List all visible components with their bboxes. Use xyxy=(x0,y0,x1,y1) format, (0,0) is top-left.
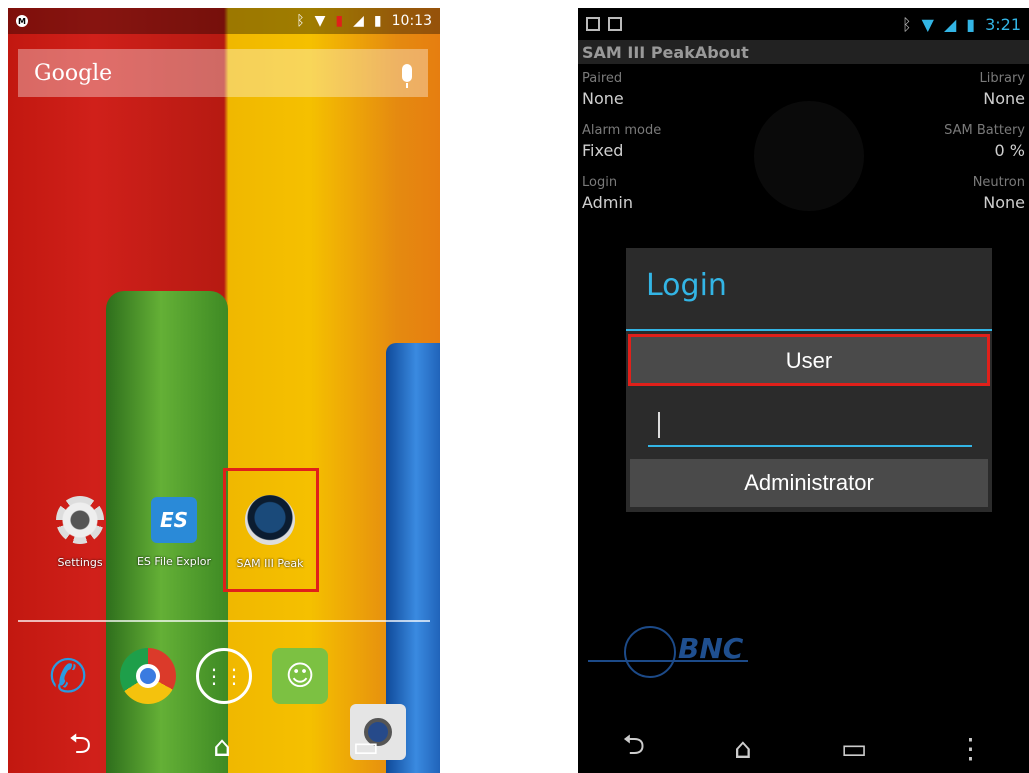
status-bar: ᛒ ▼ ◢ ▮ 3:21 xyxy=(578,8,1029,40)
app-logo-circle xyxy=(754,101,864,211)
status-time: 3:21 xyxy=(985,14,1021,34)
app-es-file-explorer[interactable]: ES ES File Explor xyxy=(134,493,214,568)
bnc-logo-text: BNC xyxy=(678,632,744,665)
app-label: ES File Explor xyxy=(136,555,212,568)
gear-icon xyxy=(56,496,104,544)
signal-icon: ◢ xyxy=(943,14,957,34)
action-bar-title: SAM III PeakAbout xyxy=(578,40,1029,64)
wifi-icon: ▼ xyxy=(921,14,934,34)
status-icons: ᛒ ▼ ▮ ◢ ▮ 10:13 xyxy=(296,13,432,29)
motorola-logo-icon: M xyxy=(16,15,28,27)
password-input[interactable] xyxy=(648,403,972,447)
dock-divider xyxy=(18,620,430,622)
sam-battery-label: SAM Battery xyxy=(944,123,1025,138)
library-label: Library xyxy=(979,71,1025,86)
back-icon[interactable]: ⮌ xyxy=(69,723,91,771)
es-file-explorer-icon: ES xyxy=(151,497,197,543)
download-notification-icon xyxy=(586,17,600,31)
alarm-mode-value: Fixed xyxy=(582,141,624,160)
highlight-box xyxy=(628,334,990,386)
messaging-icon[interactable]: ☺ xyxy=(272,648,328,704)
sam-battery-value: 0 % xyxy=(994,141,1025,160)
back-icon[interactable]: ⮌ xyxy=(623,724,645,772)
bluetooth-icon: ᛒ xyxy=(902,14,912,34)
login-dialog: Login User Administrator xyxy=(626,248,992,512)
google-brand: Google xyxy=(34,60,113,86)
battery-icon: ▮ xyxy=(373,13,382,29)
navigation-bar: ⮌ ⌂ ▭ xyxy=(8,720,440,773)
paired-label: Paired xyxy=(582,71,623,86)
device-info-panel: Paired None Library None Alarm mode Fixe… xyxy=(578,70,1029,226)
sam-app-screen: ᛒ ▼ ◢ ▮ 3:21 SAM III PeakAbout Paired No… xyxy=(578,8,1029,773)
app-settings[interactable]: Settings xyxy=(40,493,120,569)
login-value: Admin xyxy=(582,193,633,212)
app-drawer-icon[interactable]: ⋮⋮ xyxy=(196,648,252,704)
dialog-title-divider xyxy=(626,329,992,331)
neutron-value: None xyxy=(983,193,1025,212)
login-label: Login xyxy=(582,175,618,190)
battery-icon: ▮ xyxy=(966,14,976,34)
alarm-mode-label: Alarm mode xyxy=(582,123,662,138)
phone-icon[interactable]: ✆ xyxy=(40,648,96,704)
sim-icon: ▮ xyxy=(335,13,344,29)
dialog-title: Login xyxy=(646,268,727,303)
bluetooth-icon: ᛒ xyxy=(296,13,305,29)
wifi-icon: ▼ xyxy=(314,13,326,29)
chrome-icon[interactable] xyxy=(120,648,176,704)
microphone-icon[interactable] xyxy=(402,64,412,88)
neutron-label: Neutron xyxy=(972,175,1025,190)
signal-icon: ◢ xyxy=(353,13,364,29)
overflow-menu-icon[interactable]: ⋮ xyxy=(956,732,984,765)
library-value: None xyxy=(983,89,1025,108)
home-screen: M ᛒ ▼ ▮ ◢ ▮ 10:13 Google Settings ES ES … xyxy=(8,8,440,773)
administrator-button[interactable]: Administrator xyxy=(630,459,988,507)
recents-icon[interactable]: ▭ xyxy=(353,730,379,763)
bnc-logo-ring xyxy=(624,626,676,678)
home-icon[interactable]: ⌂ xyxy=(213,730,231,763)
recents-icon[interactable]: ▭ xyxy=(841,732,867,765)
navigation-bar: ⮌ ⌂ ▭ ⋮ xyxy=(578,723,1029,773)
highlight-box xyxy=(223,468,319,592)
image-notification-icon xyxy=(608,17,622,31)
bnc-logo: BNC xyxy=(588,626,768,678)
google-search-bar[interactable]: Google xyxy=(18,49,428,97)
status-time: 10:13 xyxy=(391,13,432,29)
paired-value: None xyxy=(582,89,624,108)
app-label: Settings xyxy=(57,556,103,569)
status-bar: M ᛒ ▼ ▮ ◢ ▮ 10:13 xyxy=(8,8,440,34)
home-icon[interactable]: ⌂ xyxy=(734,732,752,765)
text-cursor xyxy=(658,412,660,438)
